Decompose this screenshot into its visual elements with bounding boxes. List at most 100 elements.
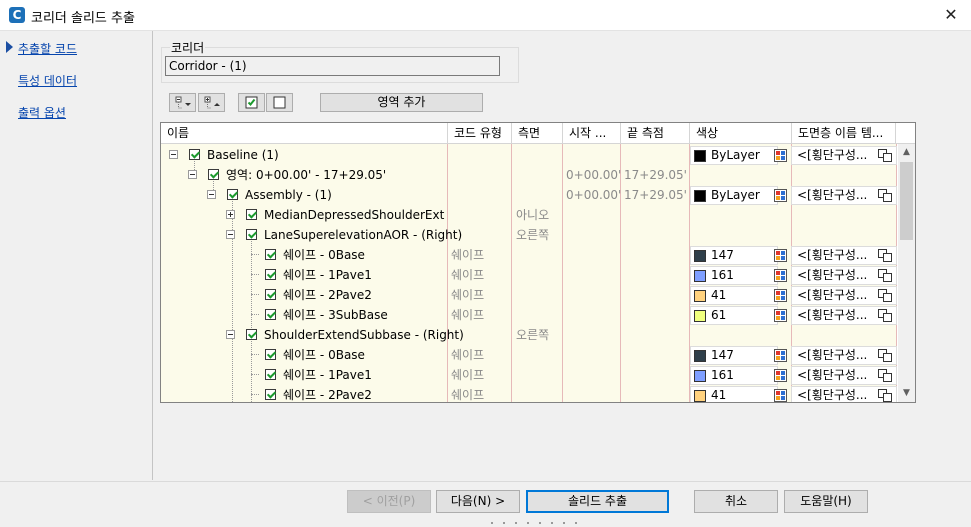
header-name[interactable]: 이름 xyxy=(161,123,448,144)
row-checkbox[interactable] xyxy=(265,349,276,360)
row-checkbox[interactable] xyxy=(265,369,276,380)
header-end-station[interactable]: 끝 측점 xyxy=(621,123,690,144)
row-checkbox[interactable] xyxy=(265,309,276,320)
row-checkbox[interactable] xyxy=(246,209,257,220)
layer-template-icon[interactable] xyxy=(878,249,893,263)
table-row[interactable]: 쉐이프 - 2Pave2 쉐이프 41 <[횡단구성... xyxy=(161,385,897,402)
color-field[interactable]: 41 xyxy=(690,286,778,305)
color-palette-icon[interactable] xyxy=(774,309,787,322)
cancel-button[interactable]: 취소 xyxy=(694,490,778,513)
scroll-thumb[interactable] xyxy=(900,162,913,240)
layer-name-field[interactable]: <[횡단구성... xyxy=(791,306,897,325)
close-icon[interactable]: ✕ xyxy=(940,5,962,25)
color-field[interactable]: 161 xyxy=(690,266,778,285)
layer-template-icon[interactable] xyxy=(878,149,893,163)
expand-toggle-icon[interactable] xyxy=(226,210,235,219)
header-start-station[interactable]: 시작 ... xyxy=(563,123,621,144)
table-row[interactable]: 쉐이프 - 0Base 쉐이프 147 <[횡단구성... xyxy=(161,245,897,265)
layer-name-field[interactable]: <[횡단구성... xyxy=(791,346,897,365)
layer-template-icon[interactable] xyxy=(878,189,893,203)
color-palette-icon[interactable] xyxy=(774,349,787,362)
layer-template-icon[interactable] xyxy=(878,309,893,323)
layer-template-icon[interactable] xyxy=(878,389,893,402)
layer-name-field[interactable]: <[횡단구성... xyxy=(791,366,897,385)
add-region-button[interactable]: 영역 추가 xyxy=(320,93,483,112)
layer-name-field[interactable]: <[횡단구성... xyxy=(791,286,897,305)
check-all-button[interactable] xyxy=(238,93,265,112)
color-palette-icon[interactable] xyxy=(774,369,787,382)
layer-template-icon[interactable] xyxy=(878,269,893,283)
table-row[interactable]: 쉐이프 - 0Base 쉐이프 147 <[횡단구성... xyxy=(161,345,897,365)
table-row[interactable]: 쉐이프 - 3SubBase 쉐이프 61 <[횡단구성... xyxy=(161,305,897,325)
layer-name-field[interactable]: <[횡단구성... xyxy=(791,266,897,285)
color-value: 147 xyxy=(711,348,734,362)
row-checkbox[interactable] xyxy=(265,289,276,300)
header-side[interactable]: 측면 xyxy=(512,123,563,144)
collapse-all-button[interactable] xyxy=(198,93,225,112)
color-palette-icon[interactable] xyxy=(774,249,787,262)
nav-item-property-data[interactable]: 특성 데이터 xyxy=(18,72,77,89)
row-checkbox[interactable] xyxy=(246,229,257,240)
table-row[interactable]: 쉐이프 - 2Pave2 쉐이프 41 <[횡단구성... xyxy=(161,285,897,305)
color-field[interactable]: 147 xyxy=(690,246,778,265)
layer-template-icon[interactable] xyxy=(878,289,893,303)
corridor-field[interactable]: Corridor - (1) xyxy=(165,56,500,76)
color-palette-icon[interactable] xyxy=(774,289,787,302)
row-checkbox[interactable] xyxy=(189,149,200,160)
header-layer-name[interactable]: 도면층 이름 템... xyxy=(792,123,896,144)
collapse-toggle-icon[interactable] xyxy=(226,330,235,339)
row-code-type: 쉐이프 xyxy=(451,288,485,302)
color-field[interactable]: 161 xyxy=(690,366,778,385)
color-field[interactable]: 41 xyxy=(690,386,778,402)
row-name: 쉐이프 - 2Pave2 xyxy=(283,388,372,402)
layer-name-field[interactable]: <[횡단구성... xyxy=(791,246,897,265)
collapse-toggle-icon[interactable] xyxy=(226,230,235,239)
vertical-scrollbar[interactable]: ▲ ▼ xyxy=(898,144,915,402)
row-checkbox[interactable] xyxy=(265,249,276,260)
row-checkbox[interactable] xyxy=(265,389,276,400)
layer-name-field[interactable]: <[횡단구성... xyxy=(791,186,897,205)
row-code-type: 쉐이프 xyxy=(451,368,485,382)
collapse-toggle-icon[interactable] xyxy=(188,170,197,179)
extract-solids-button[interactable]: 솔리드 추출 xyxy=(526,490,669,513)
color-field[interactable]: 61 xyxy=(690,306,778,325)
help-button[interactable]: 도움말(H) xyxy=(784,490,868,513)
layer-name-field[interactable]: <[횡단구성... xyxy=(791,386,897,402)
scroll-up-icon[interactable]: ▲ xyxy=(898,144,915,161)
color-field[interactable]: ByLayer xyxy=(690,186,778,205)
layer-template-icon[interactable] xyxy=(878,349,893,363)
color-palette-icon[interactable] xyxy=(774,149,787,162)
color-field[interactable]: ByLayer xyxy=(690,146,778,165)
collapse-toggle-icon[interactable] xyxy=(169,150,178,159)
collapse-toggle-icon[interactable] xyxy=(207,190,216,199)
uncheck-all-button[interactable] xyxy=(266,93,293,112)
next-button[interactable]: 다음(N) > xyxy=(436,490,520,513)
layer-name-field[interactable]: <[횡단구성... xyxy=(791,146,897,165)
nav-item-output-options[interactable]: 출력 옵션 xyxy=(18,104,66,121)
row-end-station: 17+29.05' xyxy=(624,168,687,182)
header-code-type[interactable]: 코드 유형 xyxy=(448,123,512,144)
table-row[interactable]: 쉐이프 - 1Pave1 쉐이프 161 <[횡단구성... xyxy=(161,265,897,285)
table-row[interactable]: ShoulderExtendSubbase - (Right) 오른쪽 xyxy=(161,325,897,345)
row-checkbox[interactable] xyxy=(208,169,219,180)
color-field[interactable]: 147 xyxy=(690,346,778,365)
table-row[interactable]: MedianDepressedShoulderExt 아니오 xyxy=(161,205,897,225)
color-palette-icon[interactable] xyxy=(774,389,787,402)
scroll-down-icon[interactable]: ▼ xyxy=(898,385,915,402)
prev-button[interactable]: < 이전(P) xyxy=(347,490,431,513)
table-row[interactable]: 영역: 0+00.00' - 17+29.05' 0+00.00' 17+29.05… xyxy=(161,165,897,185)
expand-all-button[interactable] xyxy=(169,93,196,112)
color-palette-icon[interactable] xyxy=(774,189,787,202)
row-checkbox[interactable] xyxy=(227,189,238,200)
table-row[interactable]: Assembly - (1) 0+00.00' 17+29.05' ByLayer … xyxy=(161,185,897,205)
layer-template-icon[interactable] xyxy=(878,369,893,383)
row-checkbox[interactable] xyxy=(265,269,276,280)
table-row[interactable]: Baseline (1) ByLayer <[횡단구성... xyxy=(161,145,897,165)
row-checkbox[interactable] xyxy=(246,329,257,340)
table-row[interactable]: LaneSuperelevationAOR - (Right) 오른쪽 xyxy=(161,225,897,245)
header-color[interactable]: 색상 xyxy=(690,123,792,144)
nav-item-codes-to-extract[interactable]: 추출할 코드 xyxy=(18,40,77,57)
color-palette-icon[interactable] xyxy=(774,269,787,282)
color-swatch xyxy=(694,290,706,302)
table-row[interactable]: 쉐이프 - 1Pave1 쉐이프 161 <[횡단구성... xyxy=(161,365,897,385)
